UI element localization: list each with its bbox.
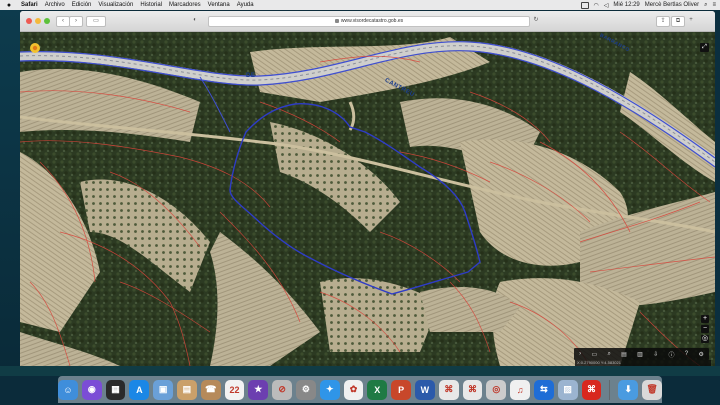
menu-edicion[interactable]: Edición — [72, 2, 92, 8]
settings-icon[interactable]: ⚙ — [698, 351, 703, 358]
contacts-icon[interactable]: ☎ — [200, 379, 221, 400]
privacy-icon[interactable]: ◐ — [190, 16, 200, 25]
back-button[interactable]: ‹ — [56, 16, 70, 27]
notification-center-icon[interactable]: ≡ — [712, 2, 716, 8]
share-button[interactable]: ⇪ — [656, 16, 670, 27]
wifi-icon[interactable]: ◠ — [594, 2, 599, 9]
menubar-user[interactable]: Mercè Bertlas Oliver — [645, 2, 699, 8]
help-icon[interactable]: ? — [685, 351, 688, 357]
search-icon[interactable]: ⌕ — [607, 351, 610, 358]
forward-button[interactable]: › — [69, 16, 83, 27]
menu-app-safari[interactable]: Safari — [21, 2, 38, 8]
safari-icon[interactable]: ✦ — [319, 379, 340, 400]
menu-visualizacion[interactable]: Visualización — [98, 2, 133, 8]
road-label-left: DE — [246, 73, 256, 79]
acrobat-icon[interactable]: ⌘ — [438, 379, 459, 400]
show-tabs-button[interactable]: ⧉ — [671, 16, 685, 27]
teamviewer-icon[interactable]: ⇆ — [533, 379, 554, 400]
siri-icon[interactable]: ◉ — [81, 379, 102, 400]
fullscreen-icon[interactable]: ⤢ — [700, 43, 709, 52]
address-bar[interactable]: www.visordecatastro.gob.es — [208, 16, 530, 27]
new-tab-icon[interactable]: + — [686, 16, 696, 25]
safari-window: ‹ › ▭ ◐ www.visordecatastro.gob.es ↻ ⇪ ⧉… — [20, 11, 715, 366]
coordinate-readout: X:0.2790000 Y:4.583021 — [575, 360, 711, 366]
photos-icon[interactable]: ✿ — [343, 379, 364, 400]
arrow-icon[interactable]: › — [579, 351, 581, 357]
image-viewer-icon[interactable]: ▨ — [557, 379, 578, 400]
notes-icon[interactable]: ▤ — [177, 379, 197, 400]
menu-historial[interactable]: Historial — [140, 2, 162, 8]
calendar-icon[interactable]: 22 — [224, 379, 245, 400]
battery-icon[interactable] — [580, 1, 589, 9]
disk-utility-icon[interactable]: ◎ — [486, 379, 507, 400]
blocked-icon[interactable]: ⊘ — [272, 379, 293, 400]
map-tools-bar: › ▭ ⌕ ▤ ▥ ⇩ ⓘ ? ⚙ — [574, 348, 709, 360]
excel-icon[interactable]: X — [367, 379, 388, 400]
catastro-logo-icon[interactable] — [29, 42, 41, 54]
desktop-background-left — [0, 10, 20, 376]
zoom-controls: + − ◎ — [701, 315, 709, 343]
zoom-window-icon[interactable] — [44, 18, 50, 24]
reload-icon[interactable]: ↻ — [532, 16, 540, 25]
info-icon[interactable]: ⓘ — [668, 350, 674, 359]
acrobat-dc-icon[interactable]: ⌘ — [581, 379, 602, 400]
zoom-in-icon[interactable]: + — [701, 315, 709, 323]
status-area: ◠ ◁ Mié 12:29 Mercè Bertlas Oliver ⌕ ≡ — [580, 0, 716, 10]
preview-icon[interactable]: ▣ — [153, 379, 174, 400]
imovie-icon[interactable]: ★ — [248, 379, 269, 400]
menu-bar: ● Safari Archivo Edición Visualización H… — [0, 0, 720, 10]
mission-control-icon[interactable]: ▦ — [105, 379, 126, 400]
downloads-folder-icon[interactable]: ⬇ — [618, 379, 639, 400]
lock-icon — [334, 18, 339, 23]
browser-toolbar: ‹ › ▭ ◐ www.visordecatastro.gob.es ↻ ⇪ ⧉… — [20, 11, 715, 32]
finder-icon[interactable]: ☺ — [58, 379, 78, 400]
ruler-icon[interactable]: ▭ — [591, 351, 597, 358]
dock: ☺ ◉ ▦ A ▣ ▤ ☎ 22 ★ ⊘ ⚙ ✦ ✿ X P W ⌘ ⌘ ◎ ♫ ⇆ ▨ ⌘ ⬇ 🗑 — [58, 376, 662, 403]
desktop-background-bottom — [0, 366, 720, 376]
menu-marcadores[interactable]: Marcadores — [169, 2, 201, 8]
acrobat-reader-icon[interactable]: ⌘ — [462, 379, 483, 400]
download-icon[interactable]: ⇩ — [653, 351, 658, 358]
locate-icon[interactable]: ◎ — [701, 335, 709, 343]
address-url: www.visordecatastro.gob.es — [340, 18, 404, 24]
powerpoint-icon[interactable]: P — [391, 379, 411, 400]
cadastral-map-view[interactable]: DE CANTREU BARRANCO ⤢ + − ◎ › ▭ ⌕ ▤ ▥ ⇩ … — [20, 32, 715, 366]
close-window-icon[interactable] — [26, 18, 32, 24]
spotlight-icon[interactable]: ⌕ — [704, 2, 707, 9]
menu-ventana[interactable]: Ventana — [208, 2, 230, 8]
trash-icon[interactable]: 🗑 — [642, 379, 662, 400]
menu-ayuda[interactable]: Ayuda — [237, 2, 254, 8]
sidebar-toggle-button[interactable]: ▭ — [86, 16, 106, 27]
menubar-clock[interactable]: Mié 12:29 — [613, 2, 639, 8]
itunes-icon[interactable]: ♫ — [510, 379, 530, 400]
print-icon[interactable]: ▥ — [637, 351, 643, 358]
apple-icon[interactable]: ● — [4, 2, 14, 9]
layers-icon[interactable]: ▤ — [621, 351, 627, 358]
system-preferences-icon[interactable]: ⚙ — [296, 379, 316, 400]
desktop-background-right — [715, 10, 720, 376]
app-store-icon[interactable]: A — [129, 379, 150, 400]
menu-archivo[interactable]: Archivo — [45, 2, 65, 8]
minimize-window-icon[interactable] — [35, 18, 41, 24]
word-icon[interactable]: W — [415, 379, 435, 400]
zoom-out-icon[interactable]: − — [701, 325, 709, 333]
dock-separator — [609, 379, 611, 400]
aerial-orthophoto[interactable] — [20, 32, 715, 366]
volume-icon[interactable]: ◁ — [604, 2, 609, 9]
